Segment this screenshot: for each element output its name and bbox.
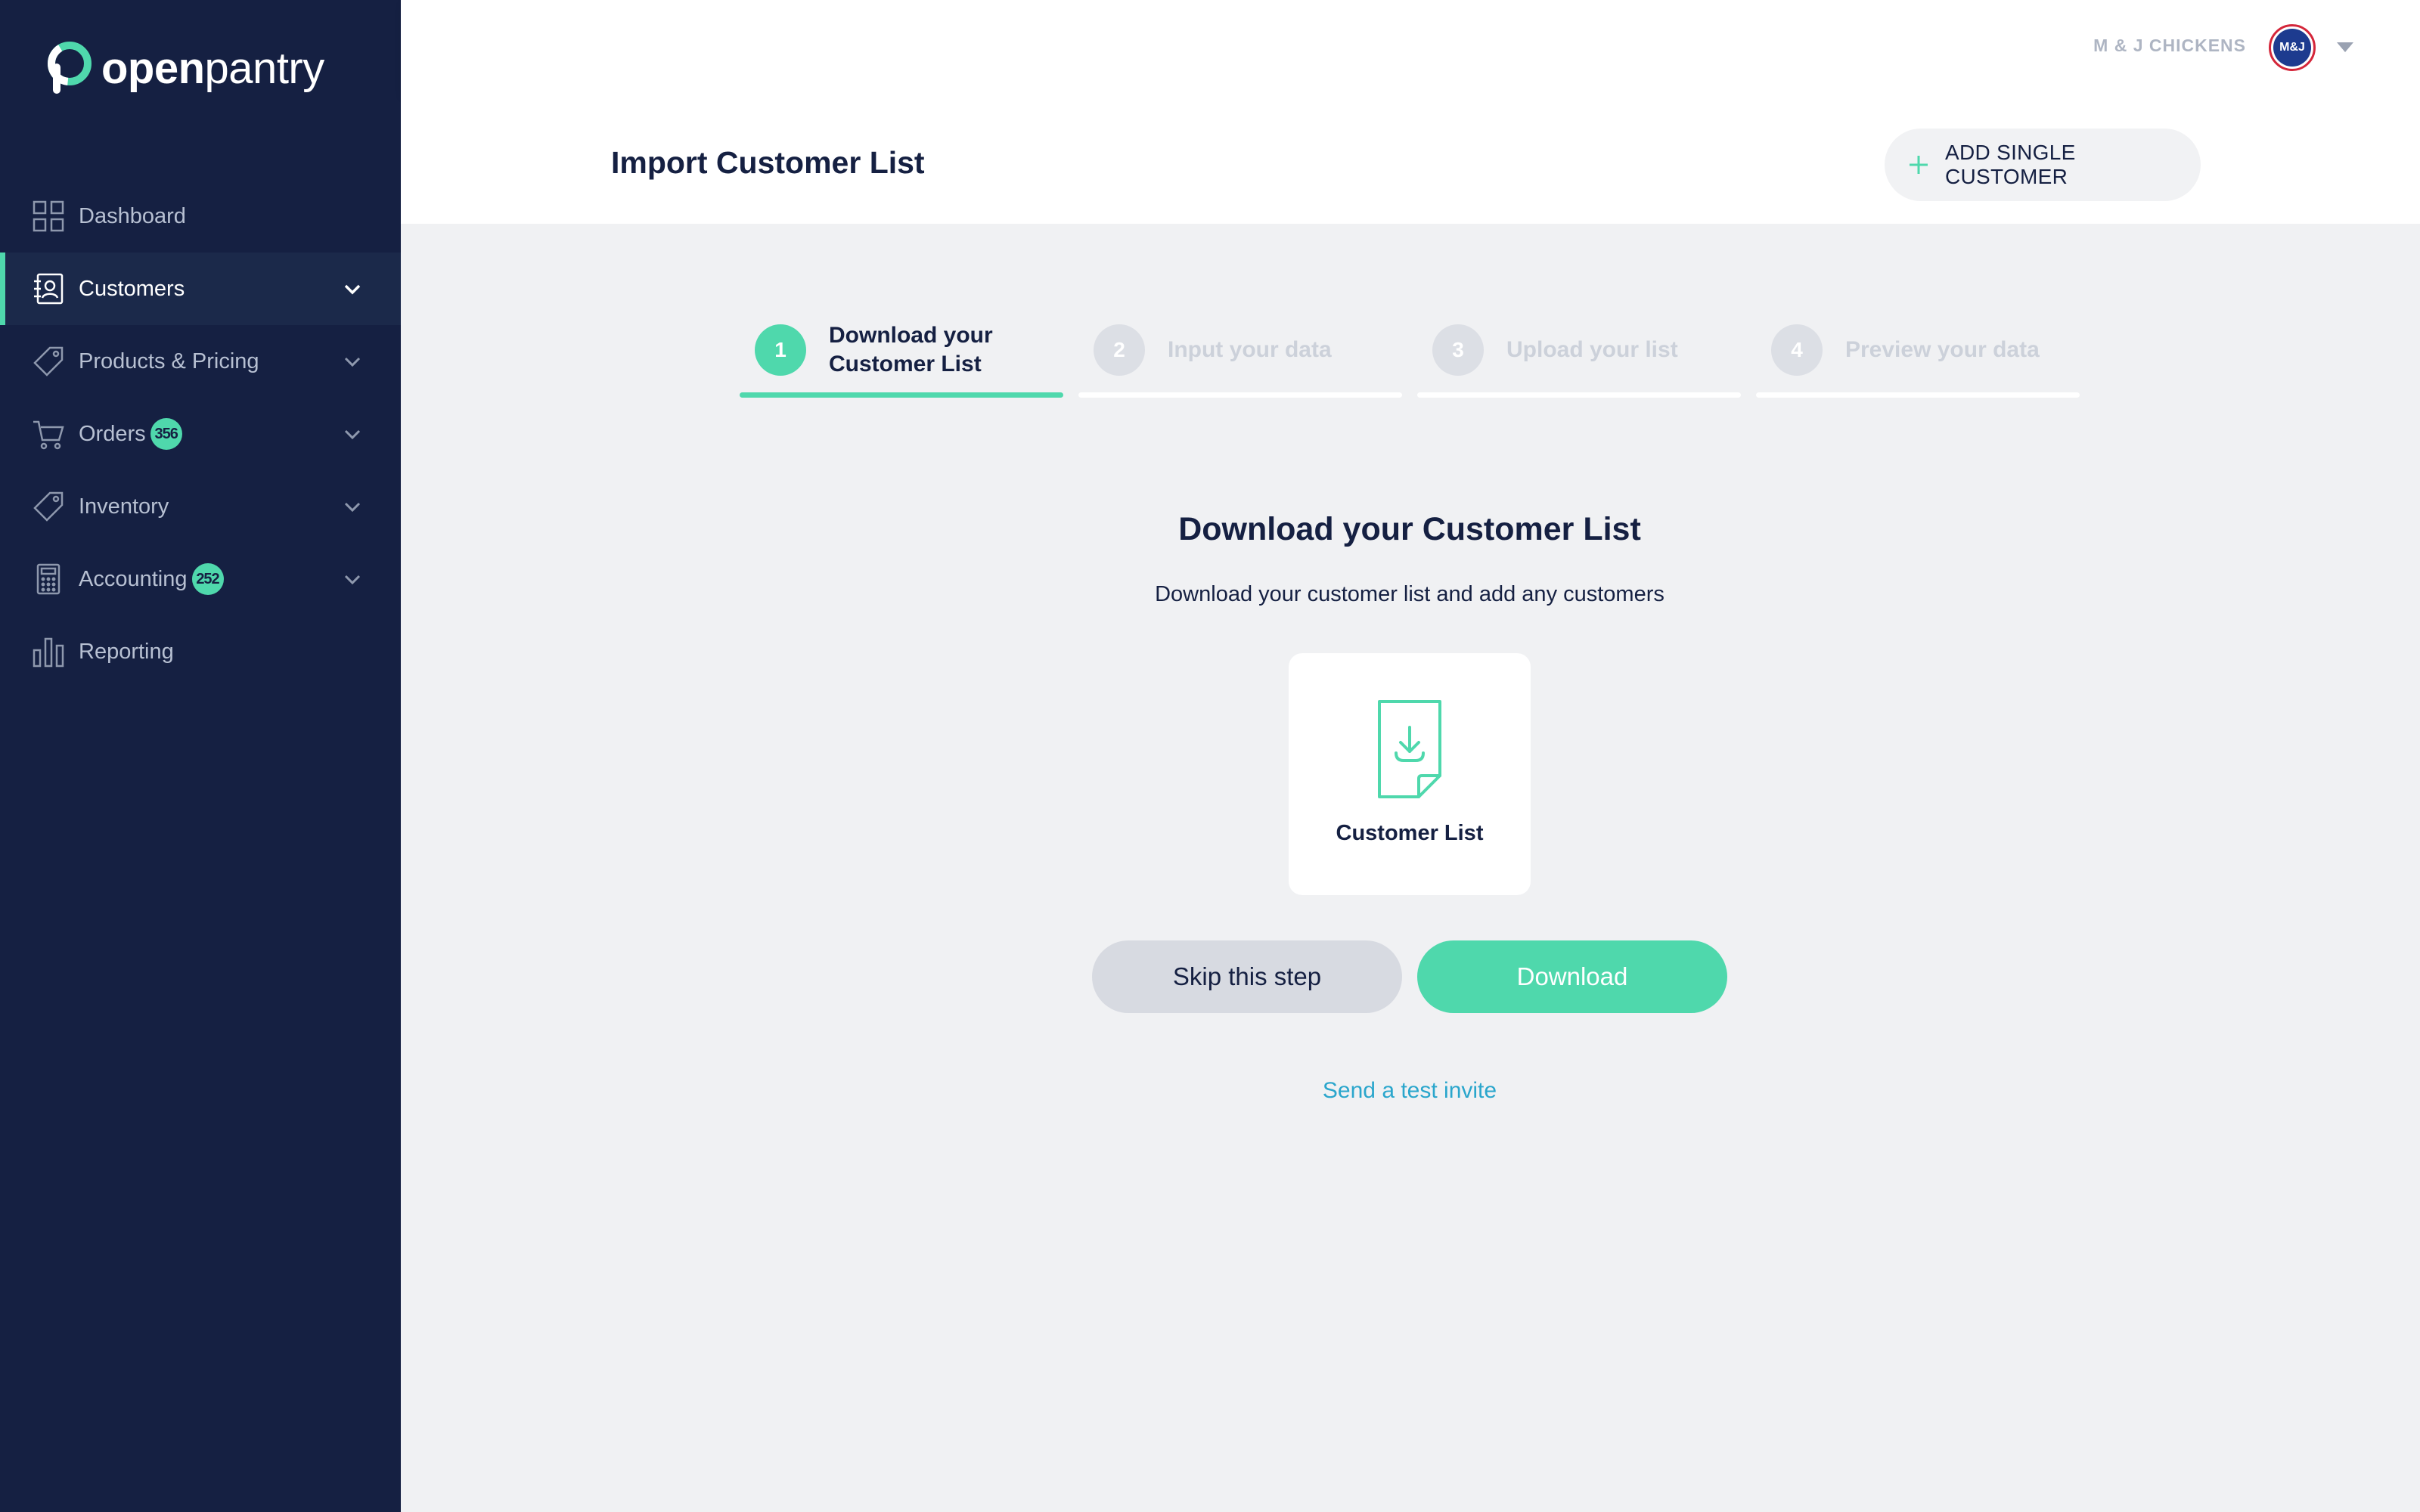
bar-chart-icon bbox=[32, 635, 65, 668]
step-number: 4 bbox=[1771, 324, 1823, 376]
step-input[interactable]: 2 Input your data bbox=[1078, 302, 1402, 398]
sidebar-item-label: Orders bbox=[79, 421, 146, 446]
sidebar-nav: Dashboard Customers Products & Pricing O… bbox=[0, 180, 401, 688]
caret-down-icon[interactable] bbox=[2337, 42, 2353, 52]
sidebar-item-label: Reporting bbox=[79, 639, 174, 664]
chevron-down-icon[interactable] bbox=[342, 569, 363, 590]
chevron-down-icon[interactable] bbox=[342, 351, 363, 372]
avatar-label: M&J bbox=[2273, 29, 2311, 67]
section-title: Download your Customer List bbox=[1178, 511, 1641, 547]
step-number: 2 bbox=[1094, 324, 1145, 376]
step-number: 1 bbox=[755, 324, 806, 376]
sidebar-item-products-pricing[interactable]: Products & Pricing bbox=[0, 325, 401, 398]
chevron-down-icon[interactable] bbox=[342, 496, 363, 517]
sidebar-item-accounting[interactable]: Accounting 252 bbox=[0, 543, 401, 615]
sidebar-item-customers[interactable]: Customers bbox=[0, 253, 401, 325]
file-download-icon bbox=[1378, 700, 1441, 798]
tag-icon bbox=[32, 490, 65, 523]
contacts-book-icon bbox=[32, 272, 65, 305]
send-test-invite-link[interactable]: Send a test invite bbox=[1183, 1078, 1637, 1104]
company-name[interactable]: M & J CHICKENS bbox=[2093, 36, 2246, 56]
step-download[interactable]: 1 Download your Customer List bbox=[740, 302, 1063, 398]
orders-count-badge: 356 bbox=[150, 418, 182, 450]
step-preview[interactable]: 4 Preview your data bbox=[1756, 302, 2080, 398]
section-subtitle: Download your customer list and add any … bbox=[1155, 582, 1665, 606]
logo-text: openpantry bbox=[101, 43, 324, 93]
sidebar-item-dashboard[interactable]: Dashboard bbox=[0, 180, 401, 253]
dashboard-grid-icon bbox=[32, 200, 65, 233]
logo[interactable]: openpantry bbox=[42, 39, 324, 97]
step-label: Preview your data bbox=[1845, 337, 2040, 362]
add-single-customer-label: ADD SINGLE CUSTOMER bbox=[1945, 141, 2076, 188]
accounting-count-badge: 252 bbox=[191, 563, 224, 595]
step-label: Download your Customer List bbox=[829, 323, 993, 376]
step-label: Input your data bbox=[1168, 337, 1332, 362]
customer-list-file-card[interactable]: Customer List bbox=[1289, 653, 1531, 895]
sidebar-item-label: Dashboard bbox=[79, 203, 186, 228]
calculator-icon bbox=[32, 562, 65, 596]
sidebar-item-label: Inventory bbox=[79, 494, 169, 519]
download-button[interactable]: Download bbox=[1417, 940, 1727, 1013]
cart-icon bbox=[32, 417, 65, 451]
step-upload[interactable]: 3 Upload your list bbox=[1417, 302, 1741, 398]
page-header: Import Customer List ADD SINGLE CUSTOMER bbox=[401, 95, 2420, 224]
step-label: Upload your list bbox=[1506, 337, 1678, 362]
skip-step-button[interactable]: Skip this step bbox=[1092, 940, 1402, 1013]
openpantry-logo-icon bbox=[48, 42, 92, 94]
top-bar: M & J CHICKENS M&J bbox=[401, 0, 2420, 95]
sidebar-item-orders[interactable]: Orders 356 bbox=[0, 398, 401, 470]
add-single-customer-button[interactable]: ADD SINGLE CUSTOMER bbox=[1885, 129, 2201, 201]
chevron-down-icon[interactable] bbox=[342, 423, 363, 445]
sidebar-item-label: Customers bbox=[79, 276, 185, 301]
sidebar: openpantry Dashboard Customers Products … bbox=[0, 0, 401, 1512]
sidebar-item-label: Products & Pricing bbox=[79, 349, 259, 373]
sidebar-item-label: Accounting bbox=[79, 566, 188, 591]
import-stepper: 1 Download your Customer List 2 Input yo… bbox=[740, 302, 2095, 398]
page-title: Import Customer List bbox=[611, 145, 925, 180]
plus-icon bbox=[1907, 153, 1930, 176]
avatar[interactable]: M&J bbox=[2269, 24, 2316, 71]
price-tag-icon bbox=[32, 345, 65, 378]
step-number: 3 bbox=[1432, 324, 1484, 376]
sidebar-item-reporting[interactable]: Reporting bbox=[0, 615, 401, 688]
customer-list-label: Customer List bbox=[1336, 821, 1484, 845]
chevron-down-icon[interactable] bbox=[342, 278, 363, 299]
sidebar-item-inventory[interactable]: Inventory bbox=[0, 470, 401, 543]
